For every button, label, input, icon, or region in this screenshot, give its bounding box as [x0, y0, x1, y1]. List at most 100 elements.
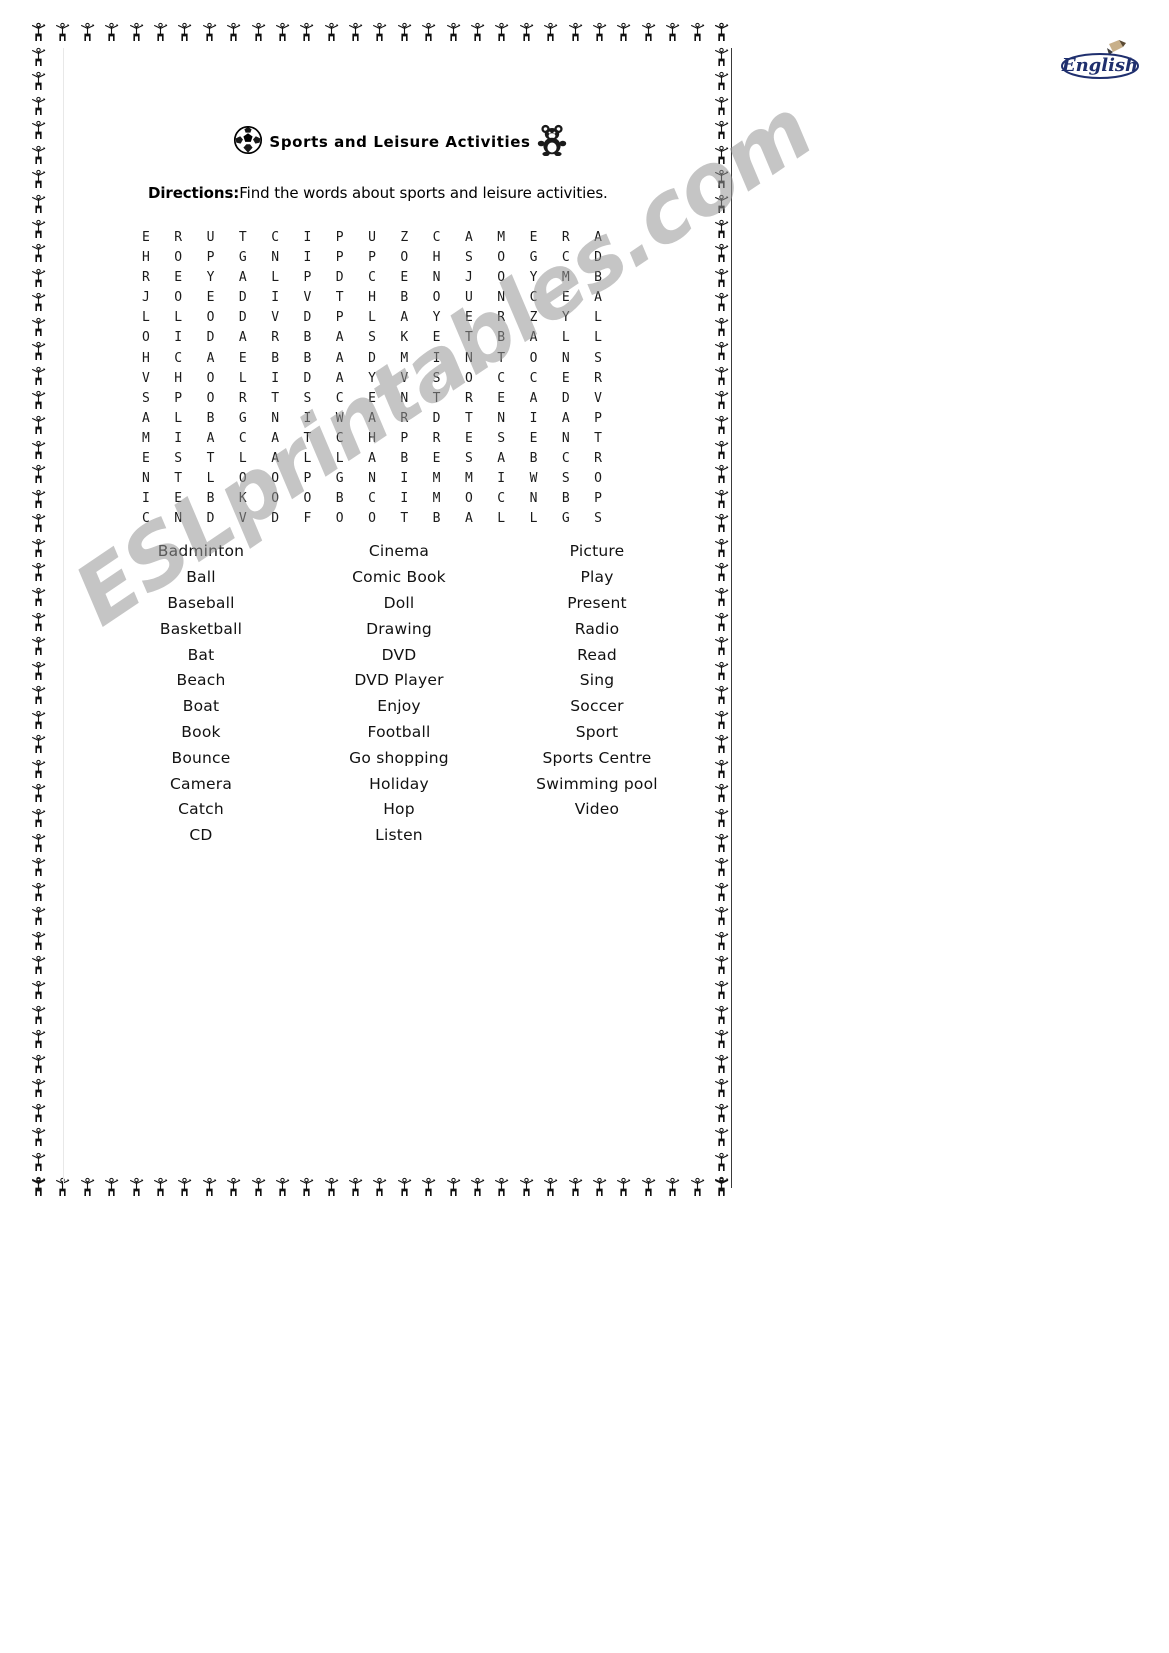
- grid-cell: N: [368, 471, 376, 487]
- grid-cell: R: [561, 230, 570, 245]
- grid-cell: L: [206, 471, 215, 487]
- grid-cell: S: [142, 390, 150, 406]
- border-figure-icon: [30, 1127, 47, 1147]
- grid-cell: N: [464, 350, 473, 366]
- border-figure-icon: [371, 22, 388, 42]
- grid-cell: P: [335, 310, 344, 326]
- grid-cell: H: [368, 290, 376, 306]
- word-list-item: Swimming pool: [536, 774, 658, 793]
- grid-cell: C: [497, 370, 506, 386]
- grid-cell: C: [529, 370, 538, 386]
- word-list-item: CD: [189, 826, 213, 845]
- grid-cell: R: [594, 370, 602, 386]
- word-list-item: Enjoy: [377, 697, 421, 716]
- word-list-item: Bat: [187, 645, 215, 664]
- word-list-item: DVD Player: [354, 671, 444, 690]
- border-figure-icon: [713, 22, 730, 42]
- border-figure-icon: [689, 22, 706, 42]
- grid-cell: E: [529, 230, 538, 245]
- border-figure-icon: [30, 808, 47, 828]
- grid-cell: F: [303, 511, 312, 527]
- grid-cell: M: [497, 230, 506, 245]
- grid-cell: N: [174, 511, 183, 527]
- grid-row: VHOLIDAYVSOCCER: [142, 369, 720, 389]
- border-figure-icon: [30, 366, 47, 386]
- grid-cell: I: [529, 410, 538, 426]
- word-list-item: Sport: [575, 722, 619, 741]
- grid-cell: D: [206, 330, 215, 346]
- grid-cell: N: [271, 250, 280, 266]
- grid-cell: Z: [529, 310, 538, 326]
- border-figure-icon: [615, 22, 632, 42]
- grid-cell: T: [303, 430, 312, 446]
- grid-row: IEBKOOBCIMOCNBP: [142, 489, 720, 509]
- grid-cell: I: [271, 290, 280, 306]
- grid-cell: T: [594, 430, 602, 446]
- grid-cell: E: [238, 350, 247, 366]
- word-list-item: Sing: [579, 671, 615, 690]
- word-list-item: Doll: [383, 594, 415, 612]
- grid-cell: A: [238, 330, 247, 346]
- grid-cell: B: [206, 491, 215, 507]
- border-figure-icon: [274, 22, 291, 42]
- border-figure-icon: [30, 980, 47, 1000]
- grid-cell: N: [432, 270, 441, 286]
- page-title: Sports and Leisure Activities: [269, 133, 531, 151]
- border-figure-icon: [54, 22, 71, 42]
- border-figure-icon: [518, 22, 535, 42]
- grid-cell: A: [271, 451, 280, 467]
- border-figure-icon: [30, 169, 47, 189]
- grid-cell: G: [238, 250, 247, 266]
- grid-cell: A: [142, 410, 150, 426]
- grid-cell: G: [238, 410, 247, 426]
- grid-cell: T: [206, 451, 215, 467]
- grid-cell: S: [594, 350, 602, 366]
- grid-cell: O: [400, 250, 409, 266]
- grid-cell: R: [271, 330, 280, 346]
- grid-row: JOEDIVTHBOUNCEA: [142, 288, 720, 308]
- grid-cell: A: [529, 390, 538, 406]
- grid-cell: E: [206, 290, 215, 306]
- border-figure-icon: [30, 759, 47, 779]
- grid-cell: E: [464, 310, 473, 326]
- grid-cell: M: [432, 471, 441, 487]
- border-top-edge: [30, 22, 730, 42]
- word-list-item: Book: [181, 722, 221, 741]
- grid-cell: C: [174, 350, 183, 366]
- grid-cell: O: [368, 511, 376, 527]
- grid-cell: K: [238, 491, 247, 507]
- grid-cell: C: [368, 491, 376, 507]
- border-figure-icon: [30, 1152, 47, 1172]
- grid-row: HOPGNIPPOHSOGCD: [142, 248, 720, 268]
- grid-cell: A: [529, 330, 538, 346]
- grid-cell: D: [303, 310, 312, 326]
- grid-cell: W: [529, 471, 538, 487]
- grid-row: REYALPDCENJOYMB: [142, 268, 720, 288]
- grid-cell: A: [561, 410, 570, 426]
- grid-row: ERUTCIPUZCAMERA: [142, 228, 720, 248]
- word-list-item: Radio: [574, 619, 620, 638]
- directions: Directions:Find the words about sports a…: [80, 184, 720, 202]
- grid-cell: S: [464, 451, 473, 467]
- grid-cell: O: [174, 250, 183, 266]
- grid-cell: T: [497, 350, 506, 366]
- grid-cell: O: [206, 370, 215, 386]
- grid-cell: E: [142, 230, 150, 245]
- border-figure-icon: [79, 22, 96, 42]
- word-list-item: Sports Centre: [542, 748, 652, 767]
- border-figure-icon: [30, 120, 47, 140]
- word-list-item: Hop: [383, 800, 415, 819]
- directions-text: Find the words about sports and leisure …: [239, 184, 608, 202]
- grid-cell: A: [238, 270, 247, 286]
- grid-cell: H: [368, 430, 376, 446]
- grid-cell: L: [561, 330, 570, 346]
- grid-cell: C: [529, 290, 538, 306]
- border-figure-icon: [298, 22, 315, 42]
- grid-cell: O: [497, 250, 506, 266]
- grid-cell: R: [497, 310, 506, 326]
- grid-cell: L: [303, 451, 312, 467]
- grid-cell: U: [368, 230, 376, 245]
- grid-row: NTLOOPGNIMMIWSO: [142, 469, 720, 489]
- grid-cell: I: [142, 491, 150, 507]
- grid-cell: R: [174, 230, 183, 245]
